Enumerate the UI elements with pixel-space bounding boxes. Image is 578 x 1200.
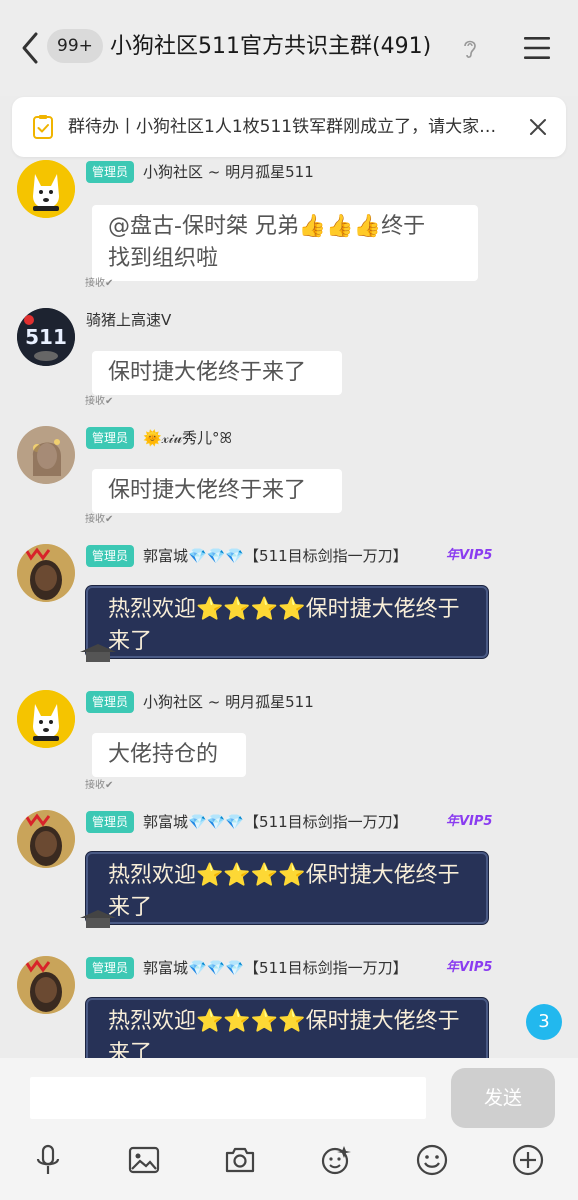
new-message-count-bubble[interactable]: 3 [526,1004,562,1040]
unread-count-badge[interactable]: 99+ [47,29,103,63]
message-bubble[interactable]: 保时捷大佬终于来了 [92,351,342,395]
camera-icon[interactable] [222,1142,258,1178]
sticker-icon[interactable] [318,1142,354,1178]
emoji-icon[interactable] [414,1142,450,1178]
message-bubble[interactable]: 热烈欢迎⭐⭐⭐⭐保时捷大佬终于来了 [86,998,488,1058]
pavilion-decoration [80,644,116,662]
message-text: 热烈欢迎⭐⭐⭐⭐保时捷大佬终于来了 [108,863,460,920]
composer: 发送 [0,1058,578,1200]
menu-icon[interactable] [522,34,552,62]
vip-badge: 年VIP5 [446,960,493,975]
back-arrow-icon[interactable] [16,30,46,66]
image-icon[interactable] [126,1142,162,1178]
admin-badge: 管理员 [86,161,135,183]
vip-badge: 年VIP5 [446,814,493,829]
message-text: 保时捷大佬终于来了 [108,360,307,385]
sender-name[interactable]: 骑猪上高速V [86,309,171,331]
sender-name[interactable]: 郭富城💎💎💎【511目标剑指一万刀】 [143,545,408,567]
message-bubble[interactable]: @盘古-保时桀 兄弟👍👍👍终于 找到组织啦 [92,205,478,281]
sender-name[interactable]: 郭富城💎💎💎【511目标剑指一万刀】 [143,957,408,979]
message-text: 热烈欢迎⭐⭐⭐⭐保时捷大佬终于来了 [108,1009,460,1058]
avatar[interactable] [17,956,75,1014]
message-text: 找到组织啦 [108,246,219,271]
sender-name[interactable]: 小狗社区 ~ 明月孤星511 [143,161,314,183]
message-text: 大佬持仓的 [108,742,219,767]
notice-text: 群待办丨小狗社区1人1枚511铁军群刚成立了，请大家多多支持 [68,117,508,137]
message-input[interactable] [30,1077,426,1119]
sender-name[interactable]: 小狗社区 ~ 明月孤星511 [143,691,314,713]
sender-name[interactable]: 郭富城💎💎💎【511目标剑指一万刀】 [143,811,408,833]
read-receipt: 接收✔ [85,514,114,525]
send-button[interactable]: 发送 [451,1068,555,1128]
group-todo-banner[interactable]: 群待办丨小狗社区1人1枚511铁军群刚成立了，请大家多多支持 [12,97,566,157]
read-receipt: 接收✔ [85,780,114,791]
message-bubble[interactable]: 保时捷大佬终于来了 [92,469,342,513]
close-icon[interactable] [526,115,550,139]
message-text: @盘古-保时桀 兄弟👍👍👍终于 [108,214,426,239]
admin-badge: 管理员 [86,545,135,567]
group-title[interactable]: 小狗社区511官方共识主群(491) [110,28,431,66]
avatar[interactable] [17,810,75,868]
admin-badge: 管理员 [86,811,135,833]
message-bubble[interactable]: 热烈欢迎⭐⭐⭐⭐保时捷大佬终于来了 [80,852,488,928]
read-receipt: 接收✔ [85,278,114,289]
svg-text:511: 511 [25,325,67,349]
chat-header: 99+ 小狗社区511官方共识主群(491) [0,0,578,96]
admin-badge: 管理员 [86,691,135,713]
avatar[interactable]: 511 [17,308,75,366]
read-receipt: 接收✔ [85,396,114,407]
sender-name[interactable]: 🌞𝓍𝒾𝓊秀儿°ꕤ [143,427,232,449]
avatar[interactable] [17,690,75,748]
vip-badge: 年VIP5 [446,548,493,563]
ear-icon [464,40,476,58]
message-text: 热烈欢迎⭐⭐⭐⭐保时捷大佬终于来了 [108,597,460,654]
message-bubble[interactable]: 热烈欢迎⭐⭐⭐⭐保时捷大佬终于来了 [80,586,488,662]
message-text: 保时捷大佬终于来了 [108,478,307,503]
avatar[interactable] [17,544,75,602]
plus-icon[interactable] [510,1142,546,1178]
avatar[interactable] [17,160,75,218]
pavilion-decoration [80,910,116,928]
mic-icon[interactable] [30,1142,66,1178]
message-bubble[interactable]: 大佬持仓的 [92,733,246,777]
clipboard-check-icon [33,115,53,139]
message-item: 管理员 郭富城💎💎💎【511目标剑指一万刀】 年VIP5 热烈欢迎⭐⭐⭐⭐保时捷… [0,956,578,1058]
avatar[interactable] [17,426,75,484]
admin-badge: 管理员 [86,957,135,979]
admin-badge: 管理员 [86,427,135,449]
